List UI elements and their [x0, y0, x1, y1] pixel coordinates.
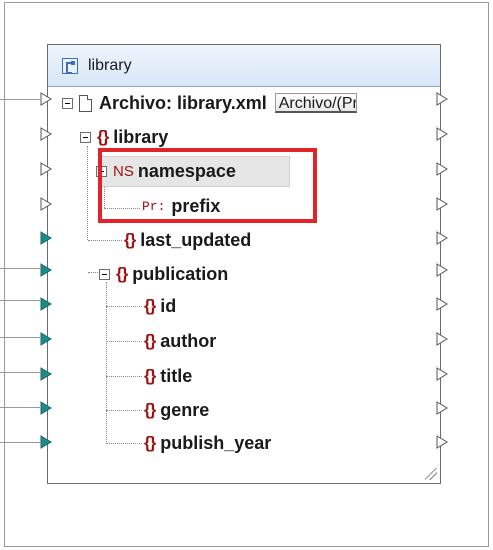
output-port-icon[interactable]	[436, 401, 448, 415]
input-port-icon[interactable]	[40, 162, 52, 176]
output-port-icon[interactable]	[436, 231, 448, 245]
input-port-icon[interactable]	[40, 127, 52, 141]
output-port-icon[interactable]	[436, 162, 448, 176]
input-port-connected-icon[interactable]	[40, 231, 52, 245]
output-port-icon[interactable]	[436, 367, 448, 381]
input-port-icon[interactable]	[40, 92, 52, 106]
port-layer	[40, 92, 448, 449]
output-port-icon[interactable]	[436, 127, 448, 141]
input-port-connected-icon[interactable]	[40, 401, 52, 415]
output-port-icon[interactable]	[436, 263, 448, 277]
output-port-icon[interactable]	[436, 197, 448, 211]
output-port-icon[interactable]	[436, 297, 448, 311]
input-port-connected-icon[interactable]	[40, 263, 52, 277]
output-port-icon[interactable]	[436, 435, 448, 449]
output-port-icon[interactable]	[436, 92, 448, 106]
input-port-connected-icon[interactable]	[40, 367, 52, 381]
output-port-icon[interactable]	[436, 332, 448, 346]
input-port-connected-icon[interactable]	[40, 435, 52, 449]
input-port-connected-icon[interactable]	[40, 297, 52, 311]
input-port-connected-icon[interactable]	[40, 332, 52, 346]
input-port-icon[interactable]	[40, 197, 52, 211]
